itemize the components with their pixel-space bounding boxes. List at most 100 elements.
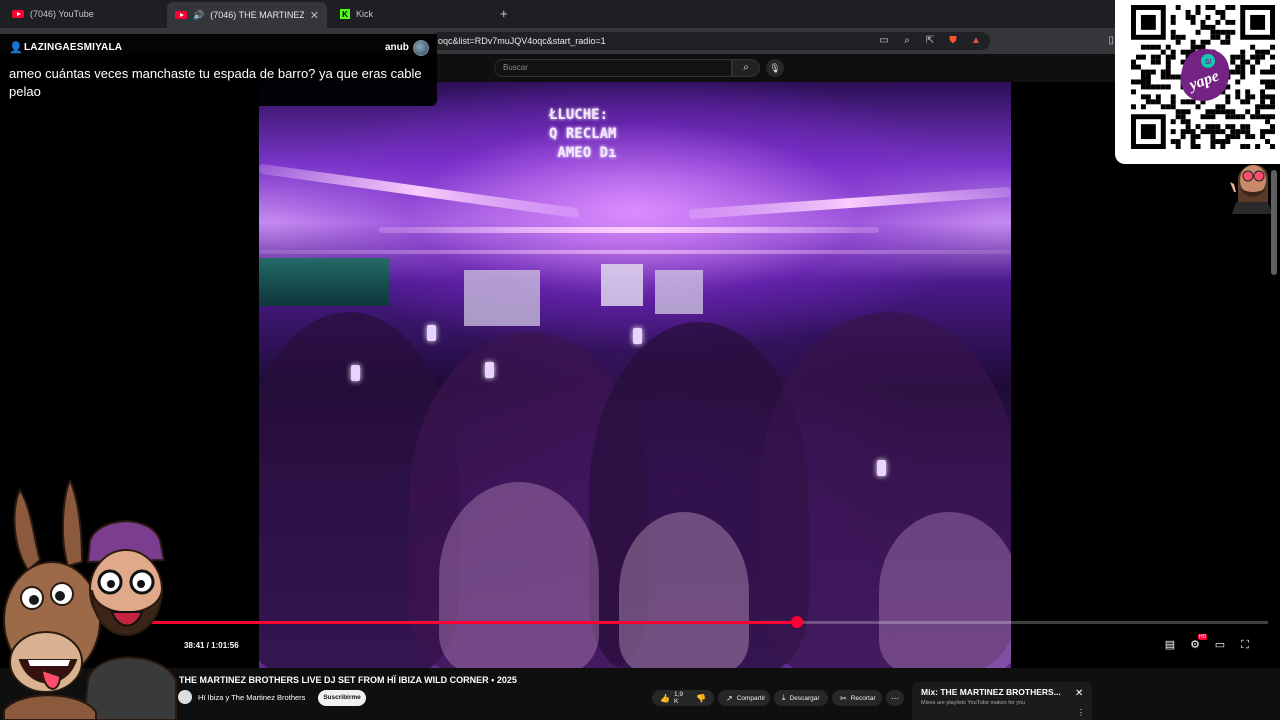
share-icon[interactable]: ⇱ [923,34,937,48]
qr-module [1270,69,1275,75]
qr-module [1230,19,1236,25]
qr-module [1225,109,1231,115]
qr-module [1175,109,1181,115]
clip-button[interactable]: ✂ Recortar [832,690,882,706]
qr-module [1220,129,1226,135]
qr-module [1210,29,1216,35]
qr-module [1225,124,1231,130]
qr-module [1150,54,1156,60]
qr-module [1140,104,1146,110]
qr-module [1245,124,1251,130]
overlay-line: Q RECLAM [549,126,617,142]
qr-module [1260,69,1266,75]
video-frame[interactable] [259,82,1011,668]
overlay-line: ŁLUCHE: [549,107,609,123]
qr-module [1220,109,1226,115]
qr-module [1230,29,1236,35]
thumbs-down-icon[interactable]: 👎 [696,694,706,703]
qr-module [1270,114,1275,120]
qr-module [1245,89,1251,95]
qr-module [1225,29,1231,35]
tab-martinez-video[interactable]: 🔊 (7046) THE MARTINEZ BROTH ✕ [167,2,327,28]
qr-module [1240,129,1246,135]
close-icon[interactable]: ✕ [310,9,319,22]
qr-module [1210,5,1216,10]
like-button[interactable]: 👍 1,9 K 👎 [652,690,714,706]
zoom-icon[interactable]: ⌕ [900,34,914,48]
channel-avatar[interactable] [178,690,192,704]
chat-avatar [413,40,429,56]
chat-tag: anub [385,42,409,53]
qr-module [1250,44,1256,50]
qr-module [1170,139,1176,145]
cast-icon[interactable]: ▭ [877,34,891,48]
qr-module [1155,99,1161,105]
qr-module [1215,29,1221,35]
mix-title[interactable]: Mix: THE MARTINEZ BROTHERS... [921,687,1061,697]
qr-module [1180,109,1186,115]
video-overlay-text: ŁLUCHE: Q RECLAM AMEO Dı [549,106,659,163]
qr-module [1180,114,1186,120]
qr-module [1235,79,1241,85]
scrollbar[interactable] [1271,170,1277,275]
more-actions-button[interactable]: ⋯ [886,690,904,706]
qr-module [1155,59,1161,65]
qr-module [1210,114,1216,120]
qr-module [1265,79,1271,85]
qr-module [1250,54,1256,60]
qr-module [1180,134,1186,140]
channel-name[interactable]: Hï Ibiza y The Martinez Brothers [198,693,305,702]
qr-module [1240,99,1246,105]
qr-module [1270,124,1275,130]
qr-module [1270,129,1275,135]
subtitles-icon[interactable]: ▤ [1162,638,1178,652]
qr-module [1215,109,1221,115]
theater-mode-icon[interactable]: ▭ [1212,638,1228,652]
tab-youtube-home[interactable]: (7046) YouTube [4,3,164,25]
qr-module [1150,84,1156,90]
new-tab-button[interactable]: + [500,6,508,21]
share-icon: ↗ [726,693,733,703]
close-icon[interactable]: ✕ [1075,688,1083,699]
qr-module [1225,39,1231,45]
qr-module [1205,5,1211,10]
qr-module [1190,39,1196,45]
qr-module [1170,129,1176,135]
qr-module [1270,64,1275,70]
qr-module [1145,99,1151,105]
brave-rewards-icon[interactable]: ▲ [969,34,983,48]
qr-module [1220,14,1226,20]
subscribe-button[interactable]: Suscribirme [318,690,366,706]
qr-module [1235,129,1241,135]
qr-module [1220,29,1226,35]
qr-module [1245,109,1251,115]
qr-module [1240,144,1246,149]
qr-module [1230,129,1236,135]
qr-module [1165,104,1171,110]
qr-module [1225,134,1231,140]
qr-module [1250,94,1256,100]
tab-kick[interactable]: K Kick [332,3,492,25]
qr-module [1195,29,1201,35]
microphone-icon[interactable]: 🎙 [766,59,784,77]
search-icon[interactable]: ⌕ [732,59,760,77]
share-button[interactable]: ↗ Compartir [718,690,770,706]
fullscreen-icon[interactable]: ⛶ [1237,638,1253,652]
qr-module [1235,64,1241,70]
qr-module [1190,134,1196,140]
search-input[interactable]: Buscar [494,59,732,77]
qr-module [1140,84,1146,90]
download-button[interactable]: ⤓ Descargar [774,690,828,706]
brave-shield-icon[interactable]: ⛊ [946,34,960,48]
mix-subtitle: Mixes are playlists YouTube makes for yo… [921,700,1026,706]
qr-module [1230,5,1236,10]
settings-gear-icon[interactable]: ⚙ [1187,638,1203,652]
qr-module [1140,44,1146,50]
youtube-icon [12,10,24,18]
qr-module [1180,119,1186,125]
progress-scrubber[interactable] [791,616,803,628]
qr-module [1170,119,1176,125]
qr-module [1260,129,1266,135]
more-vertical-icon[interactable]: ⋮ [1077,708,1085,717]
qr-module [1260,94,1266,100]
